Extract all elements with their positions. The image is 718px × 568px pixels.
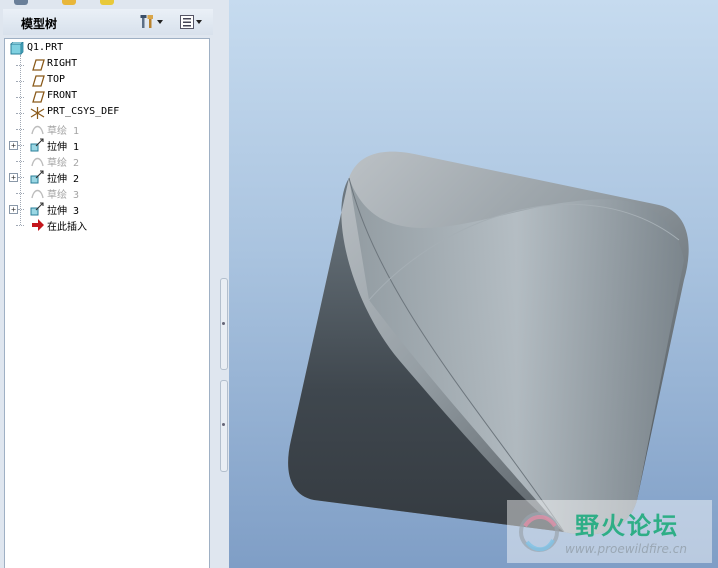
forum-watermark: 野火论坛 www.proewildfire.cn [507,500,712,563]
watermark-title: 野火论坛 [575,512,679,540]
extrude-icon [30,202,44,216]
chevron-down-icon [157,20,163,24]
insert-arrow-icon [32,219,44,231]
watermark-logo-icon [519,512,559,552]
tree-item-label: 在此插入 [47,222,87,233]
tree-item-label: 草绘 2 [47,158,80,169]
tab-model-tree[interactable] [14,0,28,5]
csys-icon [30,107,45,119]
graphics-viewport[interactable]: 野火论坛 www.proewildfire.cn [229,0,718,568]
tree-item-label: TOP [47,74,66,85]
datum-plane-icon [32,91,45,103]
sketch-icon [31,189,44,199]
settings-menu-button[interactable] [140,13,164,31]
tab-favorites[interactable] [100,0,114,5]
tree-item-label: 拉伸 3 [47,206,80,217]
tree-item-extrude-3[interactable]: + 拉伸 3 [5,201,205,217]
tree-item-insert-here[interactable]: 在此插入 [5,217,205,233]
expand-toggle[interactable]: + [9,141,18,150]
tree-item-label: 拉伸 2 [47,174,80,185]
navigator-tabs [0,0,219,8]
panel-splitter[interactable] [219,0,229,568]
model-tree-header: 模型树 [3,9,213,35]
tree-item-label: RIGHT [47,58,78,69]
tree-item-label: 草绘 3 [47,190,80,201]
tree-item-label: Q1.PRT [27,42,64,53]
model-tree-panel: 模型树 Q1.PRT RIGHT TOP FRONT PRT_CSYS_DEF … [0,0,219,568]
watermark-url: www.proewildfire.cn [565,542,687,556]
part-icon [10,42,24,55]
expand-toggle[interactable]: + [9,173,18,182]
tree-item-datum-top[interactable]: TOP [5,73,205,89]
list-icon [180,15,194,29]
extrude-icon [30,138,44,152]
grip-dot [222,322,225,325]
tree-item-label: FRONT [47,90,78,101]
tree-item-label: PRT_CSYS_DEF [47,106,120,117]
3d-model[interactable] [229,0,718,568]
tree-item-extrude-2[interactable]: + 拉伸 2 [5,169,205,185]
model-tree: Q1.PRT RIGHT TOP FRONT PRT_CSYS_DEF 草绘 1… [4,38,210,568]
tree-item-datum-right[interactable]: RIGHT [5,57,205,73]
grip-dot [222,423,225,426]
panel-title: 模型树 [21,17,58,31]
tree-item-datum-front[interactable]: FRONT [5,89,205,105]
tree-item-sketch-3[interactable]: 草绘 3 [5,185,205,201]
expand-toggle[interactable]: + [9,205,18,214]
datum-plane-icon [32,59,45,71]
tree-item-sketch-1[interactable]: 草绘 1 [5,121,205,137]
datum-plane-icon [32,75,45,87]
tree-item-extrude-1[interactable]: + 拉伸 1 [5,137,205,153]
sketch-icon [31,125,44,135]
tab-folder-browser[interactable] [62,0,76,5]
tree-item-label: 拉伸 1 [47,142,80,153]
tree-item-sketch-2[interactable]: 草绘 2 [5,153,205,169]
tree-item-part[interactable]: Q1.PRT [5,41,205,57]
extrude-icon [30,170,44,184]
tree-item-csys[interactable]: PRT_CSYS_DEF [5,105,205,121]
show-menu-button[interactable] [179,13,203,31]
tree-item-label: 草绘 1 [47,126,80,137]
tools-icon [140,15,153,28]
chevron-down-icon [196,20,202,24]
sketch-icon [31,157,44,167]
splitter-grip-bottom[interactable] [220,380,228,472]
